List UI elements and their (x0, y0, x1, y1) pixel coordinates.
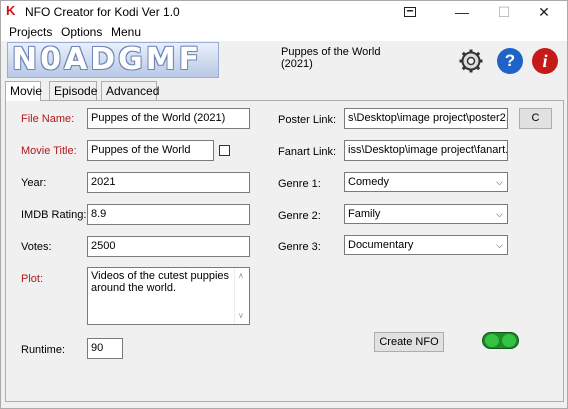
header-title: Puppes of the World (2021) (281, 46, 380, 70)
minimize-button[interactable]: — (439, 1, 485, 23)
year-field[interactable]: 2021 (87, 172, 250, 193)
genre1-select[interactable]: Comedy ⌵ (344, 172, 508, 192)
tab-movie[interactable]: Movie (5, 81, 42, 101)
menu-options[interactable]: Options (61, 25, 102, 39)
movie-title-label: Movie Title: (21, 145, 77, 157)
poster-link-field[interactable]: s\Desktop\image project\poster2.jpg (344, 108, 508, 129)
movie-title-field[interactable]: Puppes of the World (87, 140, 214, 161)
toggle-switch[interactable] (482, 332, 519, 349)
app-logo-icon: K (6, 3, 16, 18)
file-name-label: File Name: (21, 113, 75, 125)
year-label: Year: (21, 177, 47, 189)
runtime-field[interactable]: 90 (87, 338, 123, 359)
plot-scrollbar[interactable]: ∧ ∨ (234, 268, 249, 324)
app-window: K NFO Creator for Kodi Ver 1.0 — ☐ ✕ Pro… (0, 0, 568, 409)
fanart-link-field[interactable]: iss\Desktop\image project\fanart.jpg (344, 140, 508, 161)
genre3-label: Genre 3: (278, 241, 321, 253)
plot-textarea[interactable]: Videos of the cutest puppies around the … (87, 267, 250, 325)
chevron-down-icon[interactable]: ⌵ (496, 173, 503, 191)
genre2-select[interactable]: Family ⌵ (344, 204, 508, 224)
genre2-value: Family (348, 208, 381, 220)
header-title-line1: Puppes of the World (281, 46, 381, 58)
toggle-knob (502, 334, 516, 347)
app-logo: N0ADGMF (7, 42, 219, 78)
header-title-line2: (2021) (281, 58, 313, 70)
votes-field[interactable]: 2500 (87, 236, 250, 257)
votes-label: Votes: (21, 241, 52, 253)
runtime-label: Runtime: (21, 344, 66, 356)
file-name-field[interactable]: Puppes of the World (2021) (87, 108, 250, 129)
genre3-value: Documentary (348, 239, 414, 251)
create-nfo-button[interactable]: Create NFO (374, 332, 444, 352)
close-button[interactable]: ✕ (521, 1, 567, 23)
chevron-down-icon[interactable]: ⌵ (496, 236, 503, 254)
tab-episode[interactable]: Episode (49, 81, 97, 100)
menu-projects[interactable]: Projects (9, 25, 52, 39)
genre1-value: Comedy (348, 176, 389, 188)
genre1-label: Genre 1: (278, 178, 321, 190)
imdb-rating-field[interactable]: 8.9 (87, 204, 250, 225)
window-title: NFO Creator for Kodi Ver 1.0 (25, 5, 180, 19)
restore-icon[interactable] (387, 1, 433, 23)
menu-bar: Projects Options Menu (1, 23, 567, 41)
chevron-down-icon[interactable]: ⌵ (496, 205, 503, 223)
title-bar: K NFO Creator for Kodi Ver 1.0 — ☐ ✕ (1, 1, 567, 23)
toggle-knob (485, 334, 499, 347)
info-icon[interactable]: i (532, 48, 558, 74)
scroll-up-icon[interactable]: ∧ (238, 270, 244, 282)
fanart-link-label: Fanart Link: (278, 146, 337, 158)
imdb-rating-label: IMDB Rating: (21, 209, 87, 221)
plot-label: Plot: (21, 273, 44, 285)
genre2-label: Genre 2: (278, 210, 321, 222)
menu-menu[interactable]: Menu (111, 25, 141, 39)
tab-advanced[interactable]: Advanced (101, 81, 159, 100)
poster-link-label: Poster Link: (278, 114, 337, 126)
genre3-select[interactable]: Documentary ⌵ (344, 235, 508, 255)
poster-browse-button[interactable]: C (519, 108, 552, 129)
scroll-down-icon[interactable]: ∨ (238, 310, 244, 322)
plot-text: Videos of the cutest puppies around the … (91, 270, 230, 294)
movie-title-checkbox[interactable] (219, 145, 230, 156)
gear-icon[interactable] (458, 48, 484, 74)
help-icon[interactable]: ? (497, 48, 523, 74)
